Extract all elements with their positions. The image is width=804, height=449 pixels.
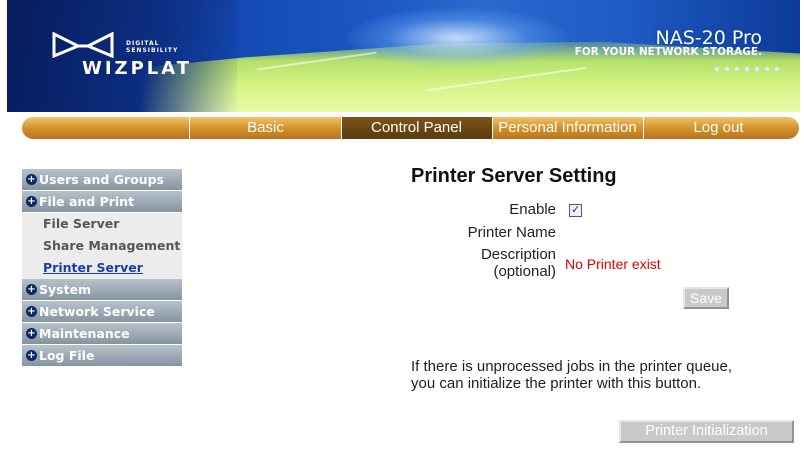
- nav-tab-basic[interactable]: Basic: [190, 117, 341, 139]
- nav-tab-personal-information[interactable]: Personal Information: [492, 117, 643, 139]
- sidebar-category-log-file[interactable]: + Log File: [22, 345, 182, 366]
- sidebar-item-share-management[interactable]: Share Management: [22, 235, 182, 257]
- expand-plus-icon: +: [26, 328, 37, 339]
- sidebar-category-label: Maintenance: [39, 326, 130, 341]
- page-title: Printer Server Setting: [411, 165, 617, 187]
- expand-plus-icon: +: [26, 306, 37, 317]
- sidebar-category-network-service[interactable]: + Network Service: [22, 301, 182, 322]
- sidebar-item-file-server[interactable]: File Server: [22, 213, 182, 235]
- sidebar-menu: + Users and Groups + File and Print File…: [22, 169, 182, 367]
- banner-dots: [712, 64, 782, 74]
- sidebar-category-label: Log File: [39, 348, 95, 363]
- wizplat-logo: DIGITAL SENSIBILITY WIZPLAT: [52, 32, 227, 79]
- sidebar-category-users-and-groups[interactable]: + Users and Groups: [22, 169, 182, 190]
- sidebar-category-label: Network Service: [39, 304, 155, 319]
- expand-plus-icon: +: [26, 350, 37, 361]
- sidebar-item-label: Printer Server: [43, 260, 143, 275]
- sidebar-category-label: System: [39, 282, 92, 297]
- logo-tagline-1: DIGITAL: [126, 40, 160, 47]
- product-subtitle: FOR YOUR NETWORK STORAGE.: [574, 46, 762, 58]
- sidebar-item-label: File Server: [43, 216, 120, 231]
- nav-divider: [189, 117, 190, 139]
- expand-plus-icon: +: [26, 284, 37, 295]
- banner-glow: [347, 8, 567, 68]
- nav-tab-log-out[interactable]: Log out: [643, 117, 794, 139]
- sidebar-item-printer-server[interactable]: Printer Server: [22, 257, 182, 279]
- expand-plus-icon: +: [26, 174, 37, 185]
- sidebar-category-label: File and Print: [39, 194, 135, 209]
- nav-divider: [341, 117, 342, 139]
- description-label-optional: (optional): [493, 263, 556, 280]
- sidebar-item-label: Share Management: [43, 238, 181, 253]
- sidebar-category-file-and-print[interactable]: + File and Print: [22, 191, 182, 212]
- logo-tagline: DIGITAL SENSIBILITY: [126, 40, 178, 54]
- logo-emblem-icon: [52, 32, 114, 58]
- note-line-1: If there is unprocessed jobs in the prin…: [411, 358, 733, 375]
- logo-brand: WIZPLAT: [82, 58, 193, 79]
- enable-checkbox[interactable]: ✓: [569, 203, 582, 217]
- printer-queue-note: If there is unprocessed jobs in the prin…: [411, 358, 732, 392]
- printer-status-text: No Printer exist: [565, 256, 661, 272]
- sidebar-category-maintenance[interactable]: + Maintenance: [22, 323, 182, 344]
- expand-plus-icon: +: [26, 196, 37, 207]
- header-banner: DIGITAL SENSIBILITY WIZPLAT NAS-20 Pro F…: [7, 0, 800, 112]
- printer-initialization-button[interactable]: Printer Initialization: [619, 420, 794, 443]
- top-nav: Basic Control Panel Personal Information…: [22, 117, 799, 139]
- checkmark-icon: ✓: [571, 203, 581, 216]
- note-line-2: you can initialize the printer with this…: [411, 375, 702, 392]
- enable-label: Enable: [509, 201, 556, 218]
- nav-divider: [643, 117, 644, 139]
- description-label-main: Description: [480, 246, 556, 263]
- sidebar-category-system[interactable]: + System: [22, 279, 182, 300]
- nav-tab-control-panel[interactable]: Control Panel: [341, 117, 492, 139]
- sidebar-category-label: Users and Groups: [39, 172, 164, 187]
- description-label: Description (optional): [481, 246, 556, 280]
- save-button[interactable]: Save: [683, 287, 729, 309]
- logo-tagline-2: SENSIBILITY: [126, 47, 179, 54]
- printer-name-label: Printer Name: [467, 224, 556, 241]
- nav-divider: [492, 117, 493, 139]
